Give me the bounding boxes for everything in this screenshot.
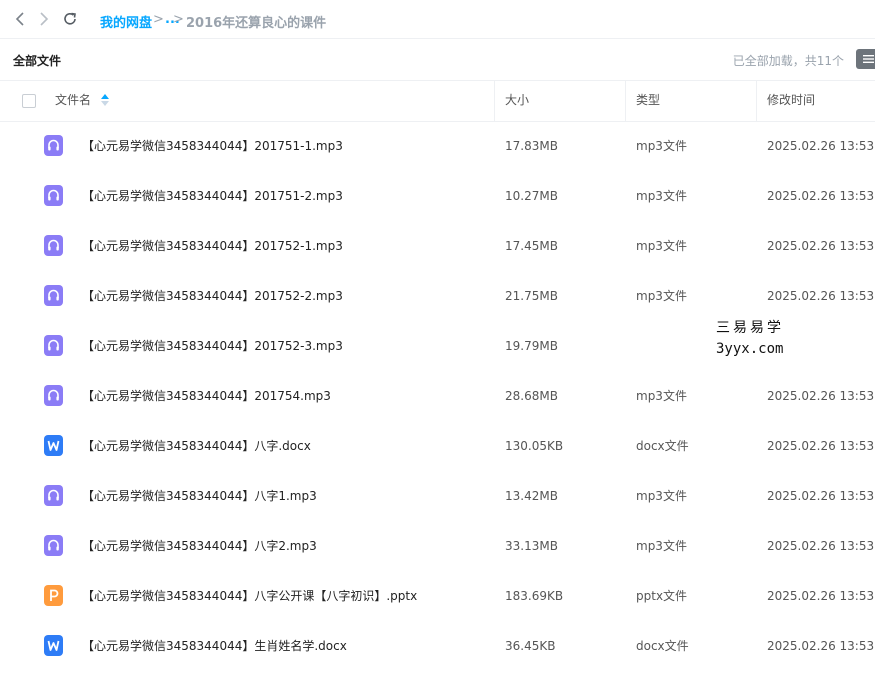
file-modified-time: 2025.02.26 13:53 (767, 539, 875, 553)
table-row[interactable]: 【心元易学微信3458344044】201751-1.mp3 17.83MB mp3… (0, 121, 875, 171)
column-divider[interactable] (625, 80, 626, 121)
audio-file-icon (44, 335, 63, 356)
table-row[interactable]: 【心元易学微信3458344044】八字2.mp3 33.13MB mp3文件 202… (0, 521, 875, 571)
file-name[interactable]: 【心元易学微信3458344044】八字1.mp3 (82, 471, 317, 521)
file-type: mp3文件 (636, 489, 687, 503)
word-file-icon (44, 435, 63, 456)
file-name[interactable]: 【心元易学微信3458344044】八字公开课【八字初识】.pptx (82, 571, 417, 621)
file-name[interactable]: 【心元易学微信3458344044】201752-2.mp3 (82, 271, 343, 321)
breadcrumb-current: 2016年还算良心的课件 (186, 16, 327, 31)
table-row[interactable]: 【心元易学微信3458344044】生肖姓名学.docx 36.45KB docx文… (0, 621, 875, 671)
file-size: 17.45MB (505, 239, 558, 253)
list-view-icon (863, 55, 874, 63)
file-name[interactable]: 【心元易学微信3458344044】八字.docx (82, 421, 311, 471)
column-divider[interactable] (494, 80, 495, 121)
file-size: 19.79MB (505, 339, 558, 353)
column-header-modified[interactable]: 修改时间 (767, 80, 815, 121)
file-type: mp3文件 (636, 189, 687, 203)
file-list: 【心元易学微信3458344044】201751-1.mp3 17.83MB mp3… (0, 121, 875, 671)
file-type: pptx文件 (636, 589, 688, 603)
table-row[interactable]: 【心元易学微信3458344044】八字.docx 130.05KB docx文件 2… (0, 421, 875, 471)
file-type: mp3文件 (636, 239, 687, 253)
file-size: 28.68MB (505, 389, 558, 403)
audio-file-icon (44, 135, 63, 156)
page-title: 全部文件 (13, 54, 62, 68)
breadcrumb-root[interactable]: 我的网盘 (100, 12, 152, 31)
file-type: docx文件 (636, 439, 689, 453)
table-row[interactable]: 【心元易学微信3458344044】201752-1.mp3 17.45MB mp3… (0, 221, 875, 271)
column-header-name[interactable]: 文件名 (55, 80, 91, 121)
refresh-icon[interactable] (61, 10, 79, 28)
audio-file-icon (44, 235, 63, 256)
file-modified-time: 2025.02.26 13:53 (767, 489, 875, 503)
file-name[interactable]: 【心元易学微信3458344044】201754.mp3 (82, 371, 331, 421)
table-row[interactable]: 【心元易学微信3458344044】201751-2.mp3 10.27MB mp3… (0, 171, 875, 221)
file-size: 13.42MB (505, 489, 558, 503)
file-size: 36.45KB (505, 639, 556, 653)
loaded-status: 已全部加载，共11个 (732, 54, 844, 68)
ppt-file-icon (44, 585, 63, 606)
breadcrumb-separator: > (173, 12, 184, 27)
audio-file-icon (44, 385, 63, 406)
file-modified-time: 2025.02.26 13:53 (767, 289, 875, 303)
file-type: mp3文件 (636, 139, 687, 153)
watermark-url: 3yyx.com (716, 341, 784, 357)
file-name[interactable]: 【心元易学微信3458344044】201751-2.mp3 (82, 171, 343, 221)
file-name[interactable]: 【心元易学微信3458344044】201751-1.mp3 (82, 121, 343, 171)
file-type: docx文件 (636, 639, 689, 653)
file-modified-time: 2025.02.26 13:53 (767, 589, 875, 603)
sort-icon[interactable] (101, 94, 109, 106)
watermark-text: 三易易学 (716, 320, 784, 336)
file-name[interactable]: 【心元易学微信3458344044】201752-1.mp3 (82, 221, 343, 271)
column-header-type[interactable]: 类型 (636, 80, 660, 121)
file-modified-time: 2025.02.26 13:53 (767, 189, 875, 203)
file-name[interactable]: 【心元易学微信3458344044】八字2.mp3 (82, 521, 317, 571)
audio-file-icon (44, 185, 63, 206)
column-divider[interactable] (756, 80, 757, 121)
file-size: 130.05KB (505, 439, 564, 453)
chevron-left-icon[interactable] (12, 10, 30, 28)
file-size: 21.75MB (505, 289, 558, 303)
file-name[interactable]: 【心元易学微信3458344044】201752-3.mp3 (82, 321, 343, 371)
select-all-checkbox[interactable] (22, 94, 36, 108)
breadcrumb-separator: > (153, 12, 164, 27)
audio-file-icon (44, 535, 63, 556)
file-modified-time: 2025.02.26 13:53 (767, 139, 875, 153)
file-modified-time: 2025.02.26 13:53 (767, 439, 875, 453)
file-modified-time: 2025.02.26 13:53 (767, 389, 875, 403)
file-type: mp3文件 (636, 389, 687, 403)
file-size: 17.83MB (505, 139, 558, 153)
file-size: 183.69KB (505, 589, 564, 603)
table-row[interactable]: 【心元易学微信3458344044】201754.mp3 28.68MB mp3文件… (0, 371, 875, 421)
file-modified-time: 2025.02.26 13:53 (767, 239, 875, 253)
top-navigation-bar: 我的网盘 > ... > 2016年还算良心的课件 (0, 0, 875, 39)
word-file-icon (44, 635, 63, 656)
table-row[interactable]: 【心元易学微信3458344044】八字公开课【八字初识】.pptx 183.69… (0, 571, 875, 621)
table-header: 文件名 大小 类型 修改时间 (0, 80, 875, 122)
file-list-toolbar: 全部文件 已全部加载，共11个 (0, 39, 875, 81)
chevron-right-icon[interactable] (34, 10, 52, 28)
file-type: mp3文件 (636, 539, 687, 553)
file-size: 33.13MB (505, 539, 558, 553)
table-row[interactable]: 【心元易学微信3458344044】八字1.mp3 13.42MB mp3文件 202… (0, 471, 875, 521)
column-header-size[interactable]: 大小 (505, 80, 529, 121)
audio-file-icon (44, 485, 63, 506)
view-toggle-button[interactable] (856, 49, 875, 69)
file-size: 10.27MB (505, 189, 558, 203)
audio-file-icon (44, 285, 63, 306)
file-name[interactable]: 【心元易学微信3458344044】生肖姓名学.docx (82, 621, 347, 671)
file-modified-time: 2025.02.26 13:53 (767, 639, 875, 653)
